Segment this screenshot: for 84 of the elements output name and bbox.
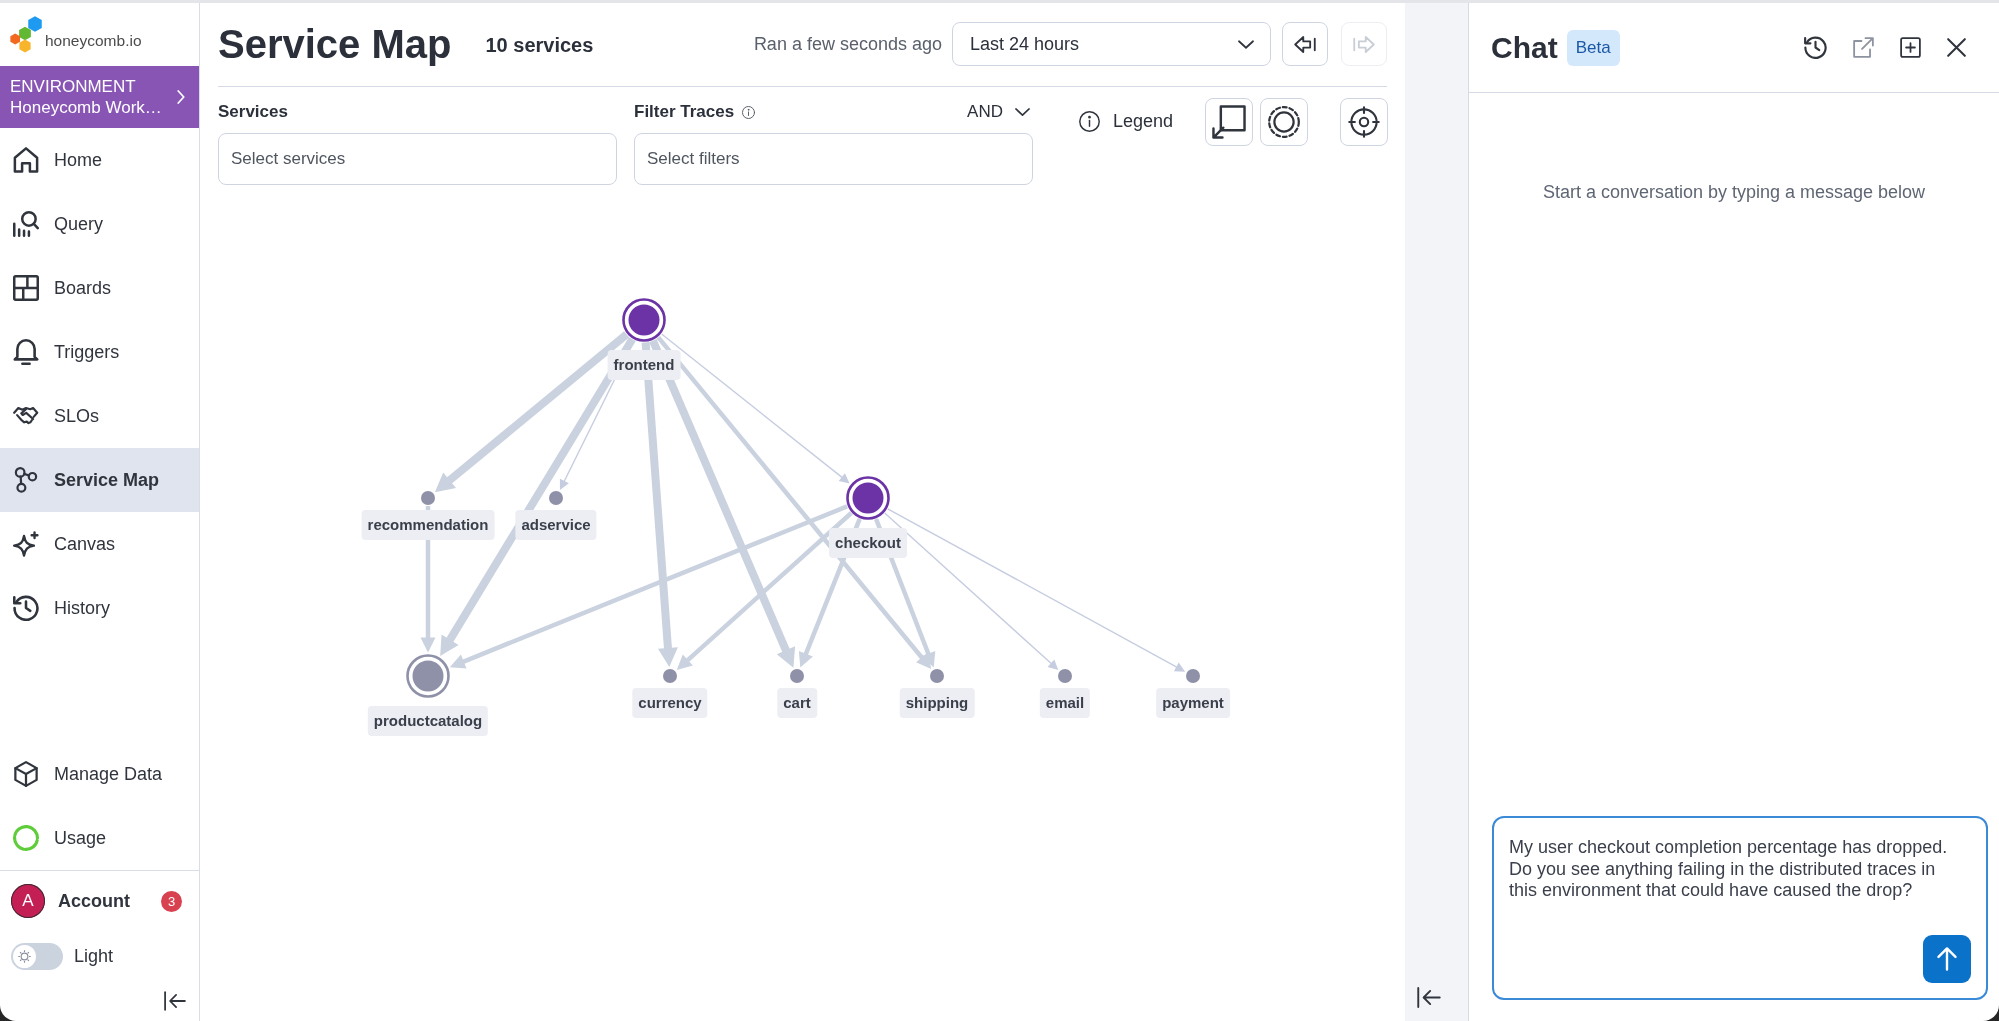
external-link-icon[interactable] (1853, 37, 1874, 58)
chevron-down-icon (1015, 108, 1030, 116)
service-dot[interactable] (1058, 669, 1072, 683)
target-icon (1348, 106, 1381, 138)
empty-state-message: Start a conversation by typing a message below (1542, 181, 1926, 203)
time-range-dropdown[interactable]: Last 24 hours (952, 22, 1271, 66)
map-tool-button[interactable] (1205, 98, 1254, 146)
service-dot[interactable] (549, 491, 563, 505)
theme-label: Light (74, 945, 114, 967)
theme-toggle[interactable] (11, 942, 63, 970)
collapse-icon[interactable] (1417, 987, 1441, 1008)
nodes-icon (13, 467, 39, 493)
history-icon (13, 595, 39, 621)
service-label[interactable]: shipping (899, 688, 975, 718)
service-node[interactable] (406, 654, 450, 698)
avatar[interactable]: A (11, 884, 45, 918)
plus-icon[interactable] (1900, 37, 1921, 58)
nav-item[interactable]: SLOs (0, 384, 199, 448)
nav-item[interactable]: Service Map (0, 448, 199, 512)
history-icon[interactable] (1804, 36, 1827, 59)
arrow-up-icon (1937, 947, 1957, 971)
field-label: Services (218, 102, 288, 122)
nav-item[interactable]: Query (0, 192, 199, 256)
logo-text: honeycomb.io (45, 31, 142, 50)
services-input[interactable]: Select services (218, 133, 617, 185)
close-icon[interactable] (1947, 38, 1966, 57)
service-label[interactable]: cart (777, 688, 817, 718)
nav-item[interactable]: Usage (0, 806, 199, 870)
service-label[interactable]: recommendation (361, 510, 495, 540)
sparkle-icon (13, 531, 39, 557)
cube-icon (13, 761, 39, 787)
service-label[interactable]: adservice (515, 510, 597, 540)
service-label[interactable]: frontend (607, 350, 681, 380)
run-status: Ran a few seconds ago (753, 33, 942, 55)
service-dot[interactable] (1186, 669, 1200, 683)
logo-icon (9, 16, 43, 53)
service-node[interactable] (622, 298, 666, 342)
chart-search-icon (13, 211, 39, 237)
page-title: Service Map (218, 22, 452, 66)
service-dot[interactable] (663, 669, 677, 683)
back-button[interactable] (1282, 22, 1328, 66)
map-tool-button[interactable] (1340, 98, 1389, 146)
environment-switcher[interactable]: ENVIRONMENT Honeycomb Work… (0, 66, 199, 128)
bell-icon (13, 339, 39, 365)
nav-item[interactable]: History (0, 576, 199, 640)
nav-item[interactable]: Manage Data (0, 742, 199, 806)
sun-icon (13, 944, 36, 968)
home-icon (13, 147, 39, 173)
legend-button[interactable]: Legend (1079, 111, 1174, 131)
collapse-icon[interactable] (164, 991, 186, 1011)
map-tool-button[interactable] (1260, 98, 1309, 146)
info-icon (742, 105, 756, 119)
resize-icon (1212, 105, 1247, 139)
nav-item[interactable]: Boards (0, 256, 199, 320)
service-label[interactable]: email (1039, 688, 1091, 718)
service-node[interactable] (846, 476, 890, 520)
nav-item[interactable]: Triggers (0, 320, 199, 384)
ring-icon (13, 825, 39, 851)
filter-input[interactable]: Select filters (634, 133, 1033, 185)
chevron-right-icon (177, 90, 185, 104)
service-dot[interactable] (790, 669, 804, 683)
nav-item[interactable]: Canvas (0, 512, 199, 576)
service-label[interactable]: payment (1156, 688, 1230, 718)
account-link[interactable]: Account (58, 890, 130, 912)
info-icon (1079, 110, 1100, 132)
back-arrow-icon (1294, 35, 1316, 53)
operator-dropdown[interactable]: AND (967, 102, 1030, 122)
panel-title: Chat (1491, 30, 1558, 65)
service-label[interactable]: checkout (829, 528, 907, 558)
service-label[interactable]: productcatalog (367, 706, 489, 736)
service-dot[interactable] (930, 669, 944, 683)
notification-badge: 3 (161, 890, 182, 912)
field-label: Filter Traces (634, 102, 735, 122)
forward-arrow-icon (1353, 35, 1375, 53)
dashed-circle-icon (1268, 106, 1301, 138)
service-label[interactable]: currency (632, 688, 708, 718)
beta-badge: Beta (1566, 29, 1620, 66)
chevron-down-icon (1238, 39, 1254, 49)
service-dot[interactable] (421, 491, 435, 505)
message-input[interactable]: My user checkout completion percentage has dropped. Do you see anything failing in the distributed traces in this environment that could have caused the drop? (1492, 816, 1988, 1000)
nav-item[interactable]: Home (0, 128, 199, 192)
send-button[interactable] (1923, 935, 1971, 983)
grid-icon (13, 275, 39, 301)
service-count: 10 services (485, 33, 594, 57)
